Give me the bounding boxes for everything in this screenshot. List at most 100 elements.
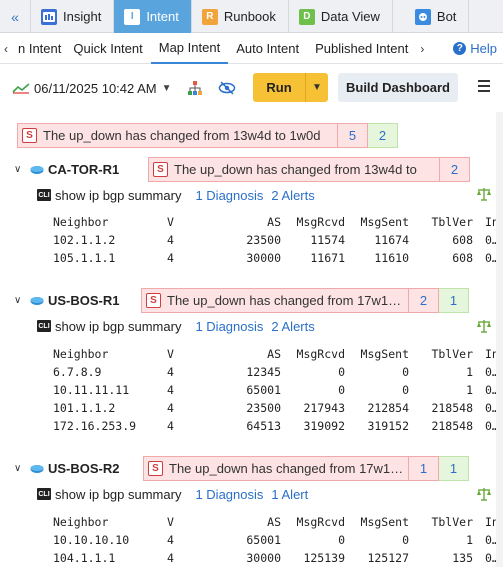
cell: 608 — [452, 233, 473, 247]
chevron-down-icon[interactable]: ∨ — [14, 164, 26, 175]
red-count[interactable]: 1 — [409, 456, 439, 481]
cell: 218548 — [431, 419, 473, 433]
cell: 0 — [338, 533, 345, 547]
chevron-down-icon: ▼ — [161, 82, 172, 94]
cell: 217943 — [303, 401, 345, 415]
menu-toggle[interactable]: « — [0, 0, 31, 33]
cell: 4 — [167, 251, 174, 265]
table-header-row: NeighborVASMsgRcvdMsgSentTblVerInQ… — [53, 513, 503, 531]
cell: 30000 — [246, 551, 281, 565]
column-header: V — [167, 347, 174, 361]
green-count[interactable]: 1 — [439, 456, 469, 481]
help-link[interactable]: ? Help — [453, 41, 503, 56]
cell: 212854 — [367, 401, 409, 415]
cell: 105.1.1.1 — [53, 251, 116, 265]
visibility-toggle-icon[interactable] — [218, 79, 236, 97]
tab-insight[interactable]: Insight — [31, 0, 115, 33]
column-header: Neighbor — [53, 515, 109, 529]
router-icon — [30, 296, 44, 305]
sub-tab-label: Published Intent — [315, 41, 409, 56]
table-row: 10.11.11.11 4 65001 0 0 1 0… — [53, 381, 503, 399]
cell: 4 — [167, 533, 174, 547]
chevron-down-icon[interactable]: ∨ — [14, 463, 26, 474]
command-text[interactable]: show ip bgp summary — [55, 188, 181, 203]
tab-label: Data View — [320, 9, 380, 24]
cell: 11610 — [374, 251, 409, 265]
tab-quick-intent[interactable]: Quick Intent — [65, 34, 150, 64]
help-icon: ? — [453, 42, 467, 55]
command-text[interactable]: show ip bgp summary — [55, 487, 181, 502]
alerts-link[interactable]: 2 Alerts — [271, 188, 314, 203]
chevron-down-icon[interactable]: ∨ — [14, 295, 26, 306]
cell: 30000 — [246, 251, 281, 265]
cell: 172.16.253.9 — [53, 419, 137, 433]
build-dashboard-button[interactable]: Build Dashboard — [338, 73, 458, 102]
balance-scale-icon[interactable] — [476, 487, 492, 501]
column-header: MsgRcvd — [296, 347, 345, 361]
alert-text: The up_down has changed from 13w4d to 1w… — [43, 128, 321, 143]
cell: 0 — [402, 383, 409, 397]
diagnosis-link[interactable]: 1 Diagnosis — [195, 487, 263, 502]
column-header: MsgSent — [360, 515, 409, 529]
column-header: Neighbor — [53, 347, 109, 361]
tab-auto-intent[interactable]: Auto Intent — [228, 34, 307, 64]
tab-bot[interactable]: Bot — [393, 0, 470, 33]
datetime-selector[interactable]: 06/11/2025 10:42 AM ▼ — [12, 81, 172, 96]
command-text[interactable]: show ip bgp summary — [55, 319, 181, 334]
scroll-left-icon[interactable]: ‹ — [0, 42, 12, 56]
green-count[interactable]: 1 — [439, 288, 469, 313]
red-count[interactable]: 2 — [409, 288, 439, 313]
device-header[interactable]: ∨ CA-TOR-R1 — [0, 157, 119, 182]
tab-published-intent[interactable]: Published Intent — [307, 34, 416, 64]
run-button[interactable]: Run ▼ — [253, 73, 328, 102]
device-alert[interactable]: S The up_down has changed from 13w4d to … — [148, 157, 470, 182]
diagnosis-link[interactable]: 1 Diagnosis — [195, 188, 263, 203]
bgp-table: NeighborVASMsgRcvdMsgSentTblVerInQ… 10.1… — [53, 513, 503, 567]
vertical-scrollbar[interactable] — [496, 112, 503, 567]
alert-message: S The up_down has changed from 17w1… — [143, 456, 409, 481]
device-header[interactable]: ∨ US-BOS-R1 — [0, 288, 120, 313]
trend-icon — [12, 83, 30, 94]
column-header: MsgRcvd — [296, 515, 345, 529]
red-count[interactable]: 2 — [440, 157, 470, 182]
column-header: AS — [267, 215, 281, 229]
balance-scale-icon[interactable] — [476, 187, 492, 201]
tab-data-view[interactable]: D Data View — [289, 0, 393, 33]
cell: 64513 — [246, 419, 281, 433]
table-row: 104.1.1.1 4 30000 125139 125127 135 0… — [53, 549, 503, 567]
alert-text: The up_down has changed from 17w1… — [167, 293, 402, 308]
scroll-right-icon[interactable]: › — [416, 42, 428, 56]
insight-icon — [41, 8, 57, 25]
more-menu-icon[interactable] — [478, 80, 490, 92]
column-header: V — [167, 215, 174, 229]
alert-message: S The up_down has changed from 13w4d to — [148, 157, 440, 182]
diagnosis-link[interactable]: 1 Diagnosis — [195, 319, 263, 334]
run-dropdown-icon[interactable]: ▼ — [306, 73, 328, 102]
device-header[interactable]: ∨ US-BOS-R2 — [0, 456, 120, 481]
cell: 4 — [167, 383, 174, 397]
green-count[interactable]: 2 — [368, 123, 398, 148]
app-tab-bar: « Insight I Intent R Runbook D Data View… — [0, 0, 503, 33]
alerts-link[interactable]: 1 Alert — [271, 487, 308, 502]
column-header: AS — [267, 347, 281, 361]
summary-alert[interactable]: S The up_down has changed from 13w4d to … — [17, 123, 398, 148]
tab-runbook[interactable]: R Runbook — [192, 0, 289, 33]
alerts-link[interactable]: 2 Alerts — [271, 319, 314, 334]
tab-map-intent[interactable]: Map Intent — [150, 34, 229, 64]
balance-scale-icon[interactable] — [476, 319, 492, 333]
red-count[interactable]: 5 — [338, 123, 368, 148]
tab-previous-intent[interactable]: n Intent — [12, 34, 65, 64]
toolbar: 06/11/2025 10:42 AM ▼ Run ▼ Build Dashbo… — [0, 65, 503, 111]
tab-intent[interactable]: I Intent — [114, 0, 192, 33]
device-alert[interactable]: S The up_down has changed from 17w1… 2 1 — [141, 288, 469, 313]
table-row: 6.7.8.9 4 12345 0 0 1 0… — [53, 363, 503, 381]
cell: 0 — [338, 383, 345, 397]
sub-tab-label: Map Intent — [158, 40, 221, 55]
topology-icon[interactable] — [186, 79, 204, 97]
alert-message: S The up_down has changed from 13w4d to … — [17, 123, 338, 148]
sub-tab-label: n Intent — [18, 41, 62, 56]
device-alert[interactable]: S The up_down has changed from 17w1… 1 1 — [143, 456, 469, 481]
device-name: CA-TOR-R1 — [48, 162, 120, 177]
alert-text: The up_down has changed from 13w4d to — [174, 162, 417, 177]
cell: 4 — [167, 551, 174, 565]
